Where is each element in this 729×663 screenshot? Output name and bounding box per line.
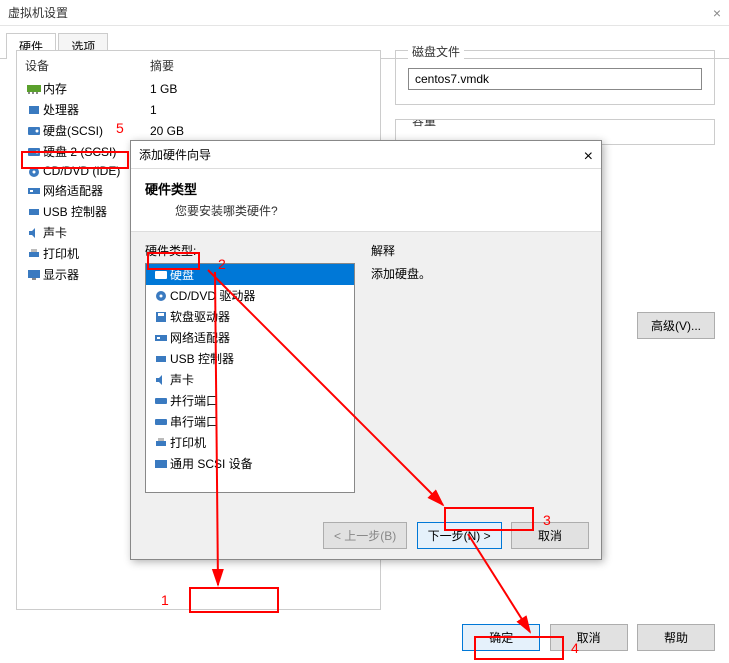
disk-icon [25, 124, 43, 138]
hw-item-label: 网络适配器 [170, 329, 230, 346]
wizard-footer: < 上一步(B) 下一步(N) > 取消 [317, 522, 589, 549]
net-icon [25, 184, 43, 198]
add-hardware-wizard: 添加硬件向导 × 硬件类型 您要安装哪类硬件? 硬件类型: 硬盘 CD/DVD 驱… [130, 140, 602, 560]
hw-item[interactable]: 软盘驱动器 [146, 306, 354, 327]
wizard-banner: 硬件类型 您要安装哪类硬件? [131, 169, 601, 232]
wizard-titlebar: 添加硬件向导 × [131, 141, 601, 169]
usb-icon [152, 352, 170, 366]
hw-item-label: CD/DVD 驱动器 [170, 287, 255, 304]
wizard-subheading: 您要安装哪类硬件? [145, 202, 587, 219]
hw-item-label: USB 控制器 [170, 350, 234, 367]
printer-icon [25, 247, 43, 261]
close-icon[interactable]: × [713, 0, 721, 26]
wizard-close-icon[interactable]: × [584, 143, 593, 171]
device-summary: 1 [150, 103, 157, 117]
wizard-cancel-button[interactable]: 取消 [511, 522, 589, 549]
device-summary: 20 GB [150, 124, 184, 138]
disk-icon [152, 268, 170, 282]
cancel-button[interactable]: 取消 [550, 624, 628, 651]
wizard-list-label: 硬件类型: [145, 242, 355, 259]
cpu-icon [25, 103, 43, 117]
hw-item[interactable]: 打印机 [146, 432, 354, 453]
port-icon [152, 415, 170, 429]
device-row[interactable]: 硬盘(SCSI)20 GB [17, 120, 380, 141]
wizard-body: 硬件类型: 硬盘 CD/DVD 驱动器软盘驱动器网络适配器 USB 控制器声卡并行端… [131, 232, 601, 503]
ok-button[interactable]: 确定 [462, 624, 540, 651]
cd-icon [152, 289, 170, 303]
dialog-buttons: 确定 取消 帮助 [0, 624, 729, 651]
hdr-device: 设备 [25, 57, 150, 74]
wizard-next-button[interactable]: 下一步(N) > [417, 522, 502, 549]
hw-item-label: 软盘驱动器 [170, 308, 230, 325]
wizard-explain: 解释 添加硬盘。 [355, 242, 431, 493]
device-list-header: 设备 摘要 [17, 51, 380, 78]
usb-icon [25, 205, 43, 219]
device-summary: 1 GB [150, 82, 177, 96]
net-icon [152, 331, 170, 345]
diskfile-input[interactable]: centos7.vmdk [408, 68, 702, 90]
window-title: 虚拟机设置 [8, 6, 68, 20]
hdr-summary: 摘要 [150, 57, 174, 74]
help-button[interactable]: 帮助 [637, 624, 715, 651]
scsi-icon [152, 457, 170, 471]
sound-icon [152, 373, 170, 387]
hw-item-label: 硬盘 [170, 266, 194, 283]
hw-item-label: 打印机 [170, 434, 206, 451]
wizard-title: 添加硬件向导 [139, 148, 211, 162]
printer-icon [152, 436, 170, 450]
hw-item[interactable]: 串行端口 [146, 411, 354, 432]
device-name: 硬盘(SCSI) [43, 122, 150, 139]
diskfile-group: 磁盘文件 centos7.vmdk [395, 50, 715, 105]
hw-item[interactable]: 并行端口 [146, 390, 354, 411]
display-icon [25, 268, 43, 282]
hw-item[interactable]: 网络适配器 [146, 327, 354, 348]
cd-icon [25, 164, 43, 178]
titlebar: 虚拟机设置 × [0, 0, 729, 26]
advanced-wrap: 高级(V)... [637, 312, 715, 339]
port-icon [152, 394, 170, 408]
diskfile-label: 磁盘文件 [408, 43, 464, 60]
wizard-heading: 硬件类型 [145, 179, 587, 198]
hw-item[interactable]: 声卡 [146, 369, 354, 390]
floppy-icon [152, 310, 170, 324]
device-name: 内存 [43, 80, 150, 97]
hw-item[interactable]: USB 控制器 [146, 348, 354, 369]
device-row[interactable]: 内存1 GB [17, 78, 380, 99]
disk-icon [25, 145, 43, 159]
device-row[interactable]: 处理器1 [17, 99, 380, 120]
explain-label: 解释 [371, 242, 431, 259]
explain-text: 添加硬盘。 [371, 265, 431, 282]
hw-item-label: 并行端口 [170, 392, 218, 409]
memory-icon [25, 82, 43, 96]
advanced-button[interactable]: 高级(V)... [637, 312, 715, 339]
hardware-type-list[interactable]: 硬盘 CD/DVD 驱动器软盘驱动器网络适配器 USB 控制器声卡并行端口串行端口打… [145, 263, 355, 493]
device-name: 处理器 [43, 101, 150, 118]
wizard-back-button: < 上一步(B) [323, 522, 407, 549]
hw-item[interactable]: CD/DVD 驱动器 [146, 285, 354, 306]
hw-item-label: 声卡 [170, 371, 194, 388]
hw-item[interactable]: 通用 SCSI 设备 [146, 453, 354, 474]
hw-item-label: 串行端口 [170, 413, 218, 430]
hw-item-label: 通用 SCSI 设备 [170, 455, 253, 472]
sound-icon [25, 226, 43, 240]
hw-item[interactable]: 硬盘 [146, 264, 354, 285]
capacity-label: 容量 [408, 119, 440, 129]
